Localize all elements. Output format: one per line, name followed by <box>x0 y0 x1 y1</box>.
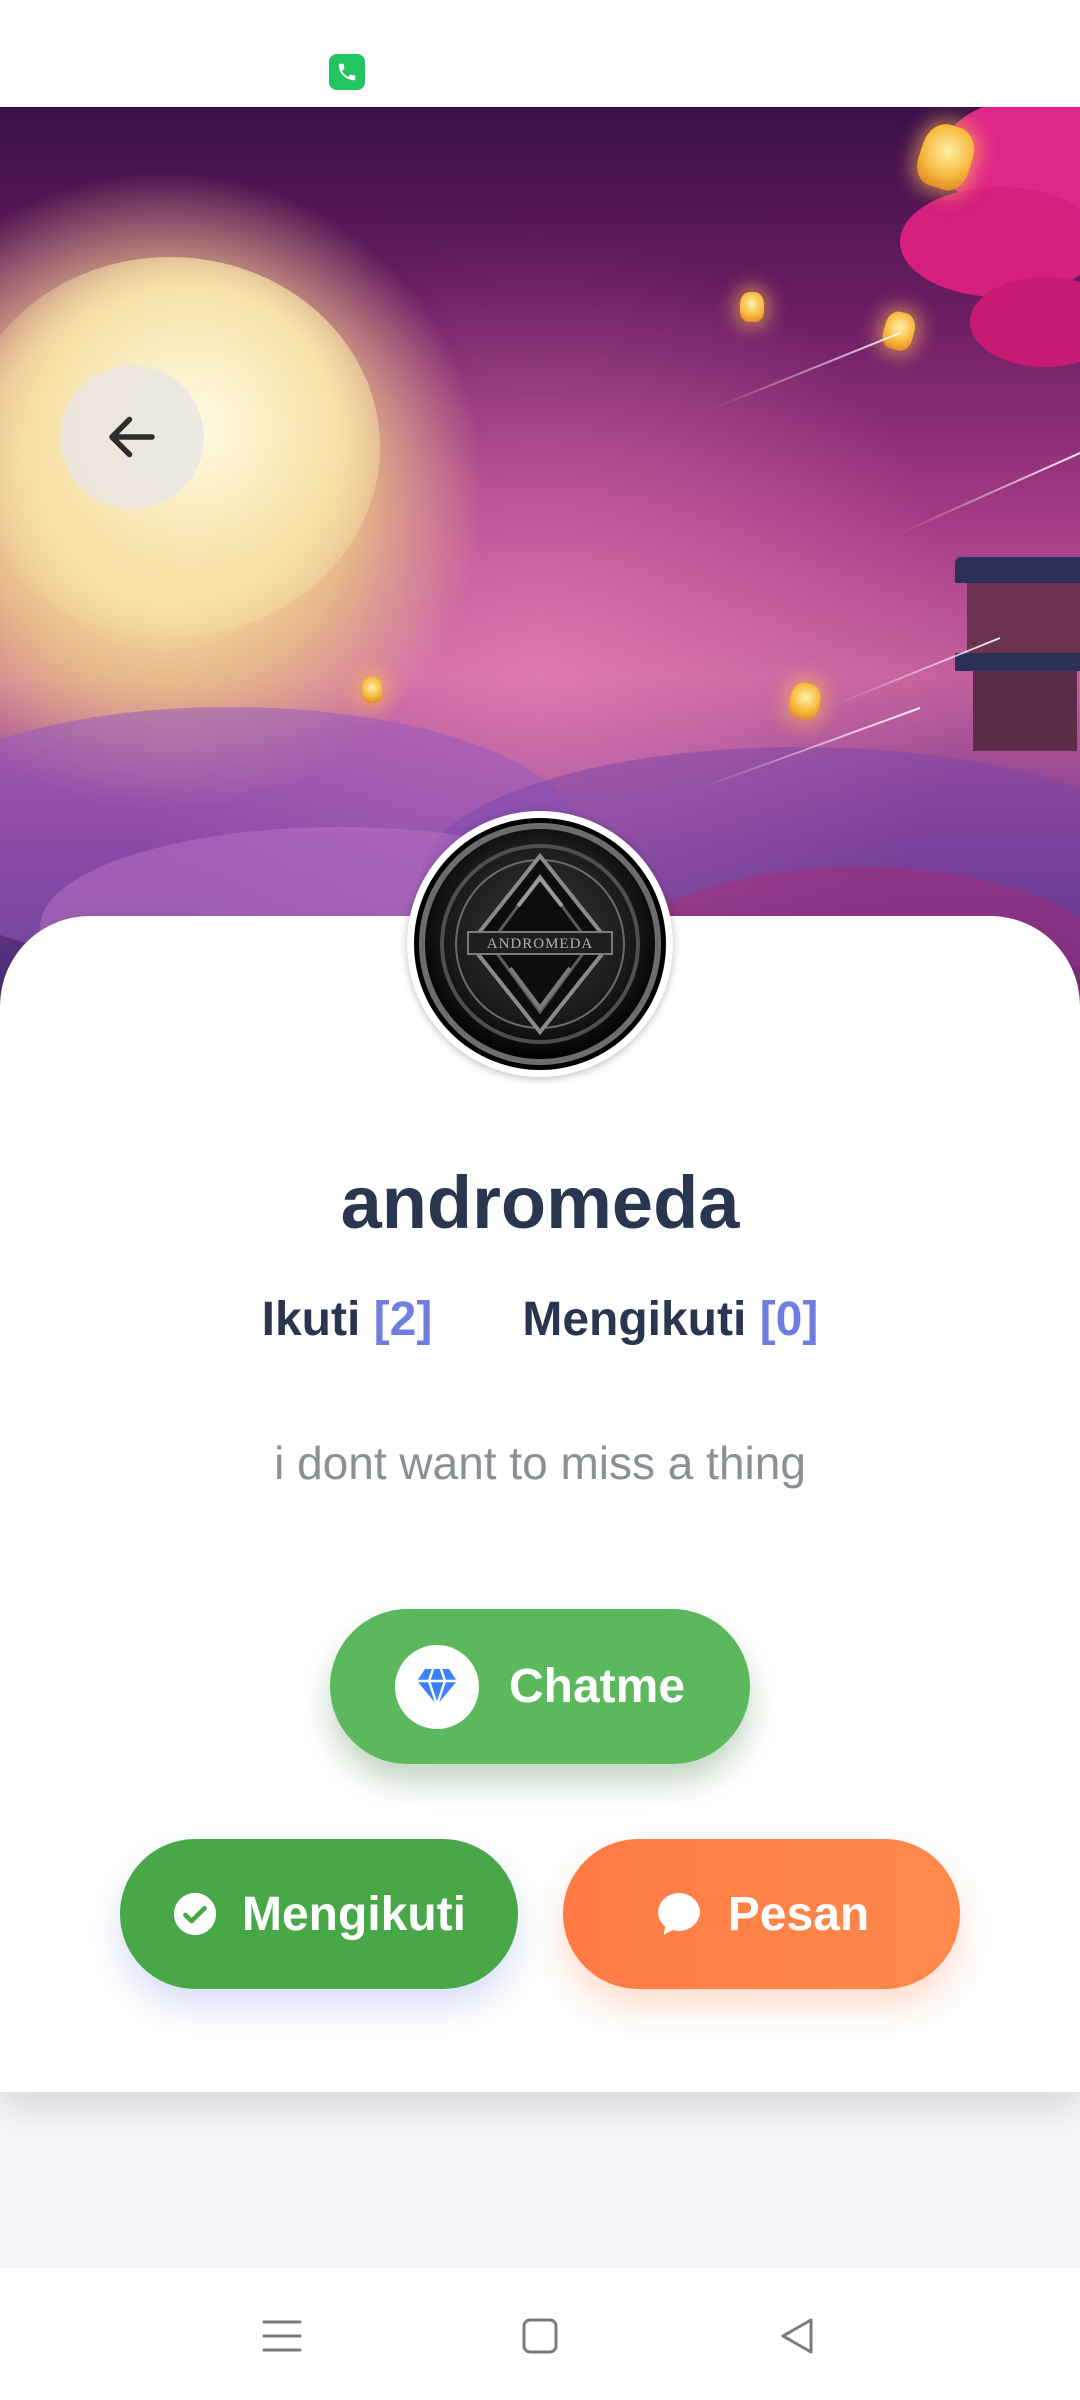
following-stat[interactable]: Mengikuti [0] <box>522 1292 818 1347</box>
menu-icon <box>262 2320 302 2352</box>
home-square-icon <box>522 2318 558 2354</box>
andromeda-logo: ANDROMEDA <box>414 818 666 1070</box>
follow-label: Ikuti <box>261 1293 361 1346</box>
message-button-label: Pesan <box>727 1887 870 1941</box>
diamond-icon <box>416 1668 457 1705</box>
arrow-left-icon <box>109 416 155 458</box>
chatme-button[interactable]: Chatme <box>330 1609 750 1764</box>
following-count: [0] <box>759 1293 819 1346</box>
chatme-label: Chatme <box>508 1660 686 1713</box>
follow-stat[interactable]: Ikuti [2] <box>262 1292 433 1347</box>
lantern <box>740 292 764 322</box>
profile-screen: ANDROMEDA andromeda Ikuti [2] Mengikuti … <box>0 0 1080 2400</box>
shooting-star <box>714 332 901 409</box>
diamond-badge <box>394 1644 479 1729</box>
pavilion <box>955 557 1080 787</box>
system-navigation-bar <box>0 2268 1080 2400</box>
back-triangle-icon <box>781 2318 813 2354</box>
following-button[interactable]: Mengikuti <box>120 1839 518 1989</box>
following-label: Mengikuti <box>522 1293 747 1346</box>
following-button-label: Mengikuti <box>242 1887 466 1941</box>
shooting-star <box>896 452 1080 536</box>
avatar[interactable]: ANDROMEDA <box>407 811 673 1077</box>
lantern <box>362 677 382 703</box>
nav-menu-button[interactable] <box>252 2308 312 2364</box>
nav-home-button[interactable] <box>510 2308 570 2364</box>
follow-count: [2] <box>373 1293 433 1346</box>
message-button[interactable]: Pesan <box>563 1839 960 1989</box>
status-bar <box>0 0 1080 107</box>
check-circle-icon <box>172 1891 218 1937</box>
bio-text: i dont want to miss a thing <box>274 1437 806 1489</box>
phone-call-icon <box>329 54 365 90</box>
nav-back-button[interactable] <box>768 2308 828 2364</box>
back-button[interactable] <box>60 365 204 509</box>
follow-stats: Ikuti [2] Mengikuti [0] <box>0 1292 1080 1347</box>
chat-bubble-icon <box>654 1889 704 1939</box>
svg-text:ANDROMEDA: ANDROMEDA <box>487 936 594 952</box>
username: andromeda <box>340 1161 740 1244</box>
lantern <box>786 680 824 722</box>
